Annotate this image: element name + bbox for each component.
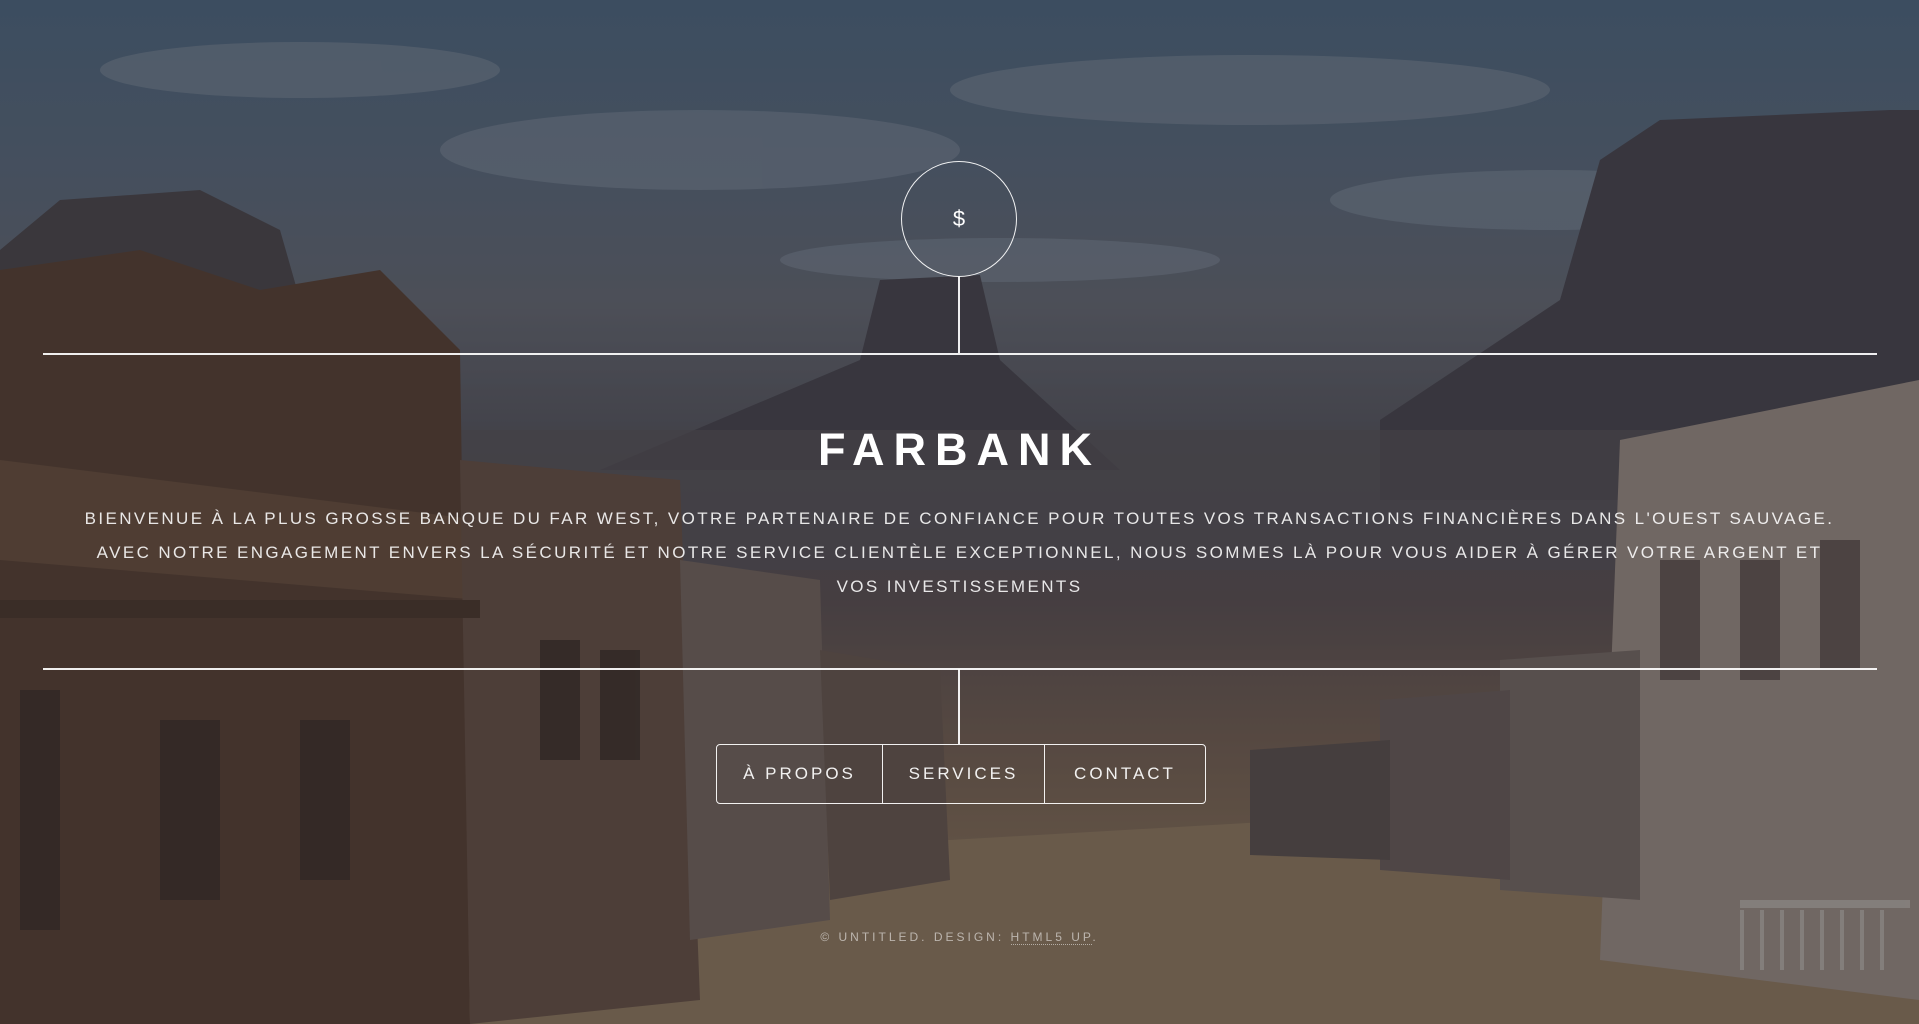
main-nav: À propos Services Contact	[716, 744, 1206, 804]
footer-copyright: © Untitled. Design:	[820, 930, 1011, 944]
footer-suffix: .	[1092, 930, 1099, 944]
footer-credit-link[interactable]: HTML5 UP	[1010, 930, 1093, 945]
divider-top	[43, 353, 1877, 355]
dollar-icon: $	[952, 206, 966, 231]
tagline: Bienvenue à la plus grosse banque du Far…	[84, 509, 1835, 596]
page-title: FARBANK	[818, 424, 1101, 475]
nav-services-button[interactable]: Services	[882, 745, 1044, 803]
footer: © Untitled. Design: HTML5 UP.	[0, 930, 1919, 945]
connector-line-top	[958, 276, 960, 353]
connector-line-bottom	[958, 669, 960, 744]
divider-bottom	[43, 668, 1877, 670]
nav-contact-button[interactable]: Contact	[1044, 745, 1205, 803]
nav-about-button[interactable]: À propos	[717, 745, 882, 803]
logo-circle: $	[901, 161, 1017, 277]
